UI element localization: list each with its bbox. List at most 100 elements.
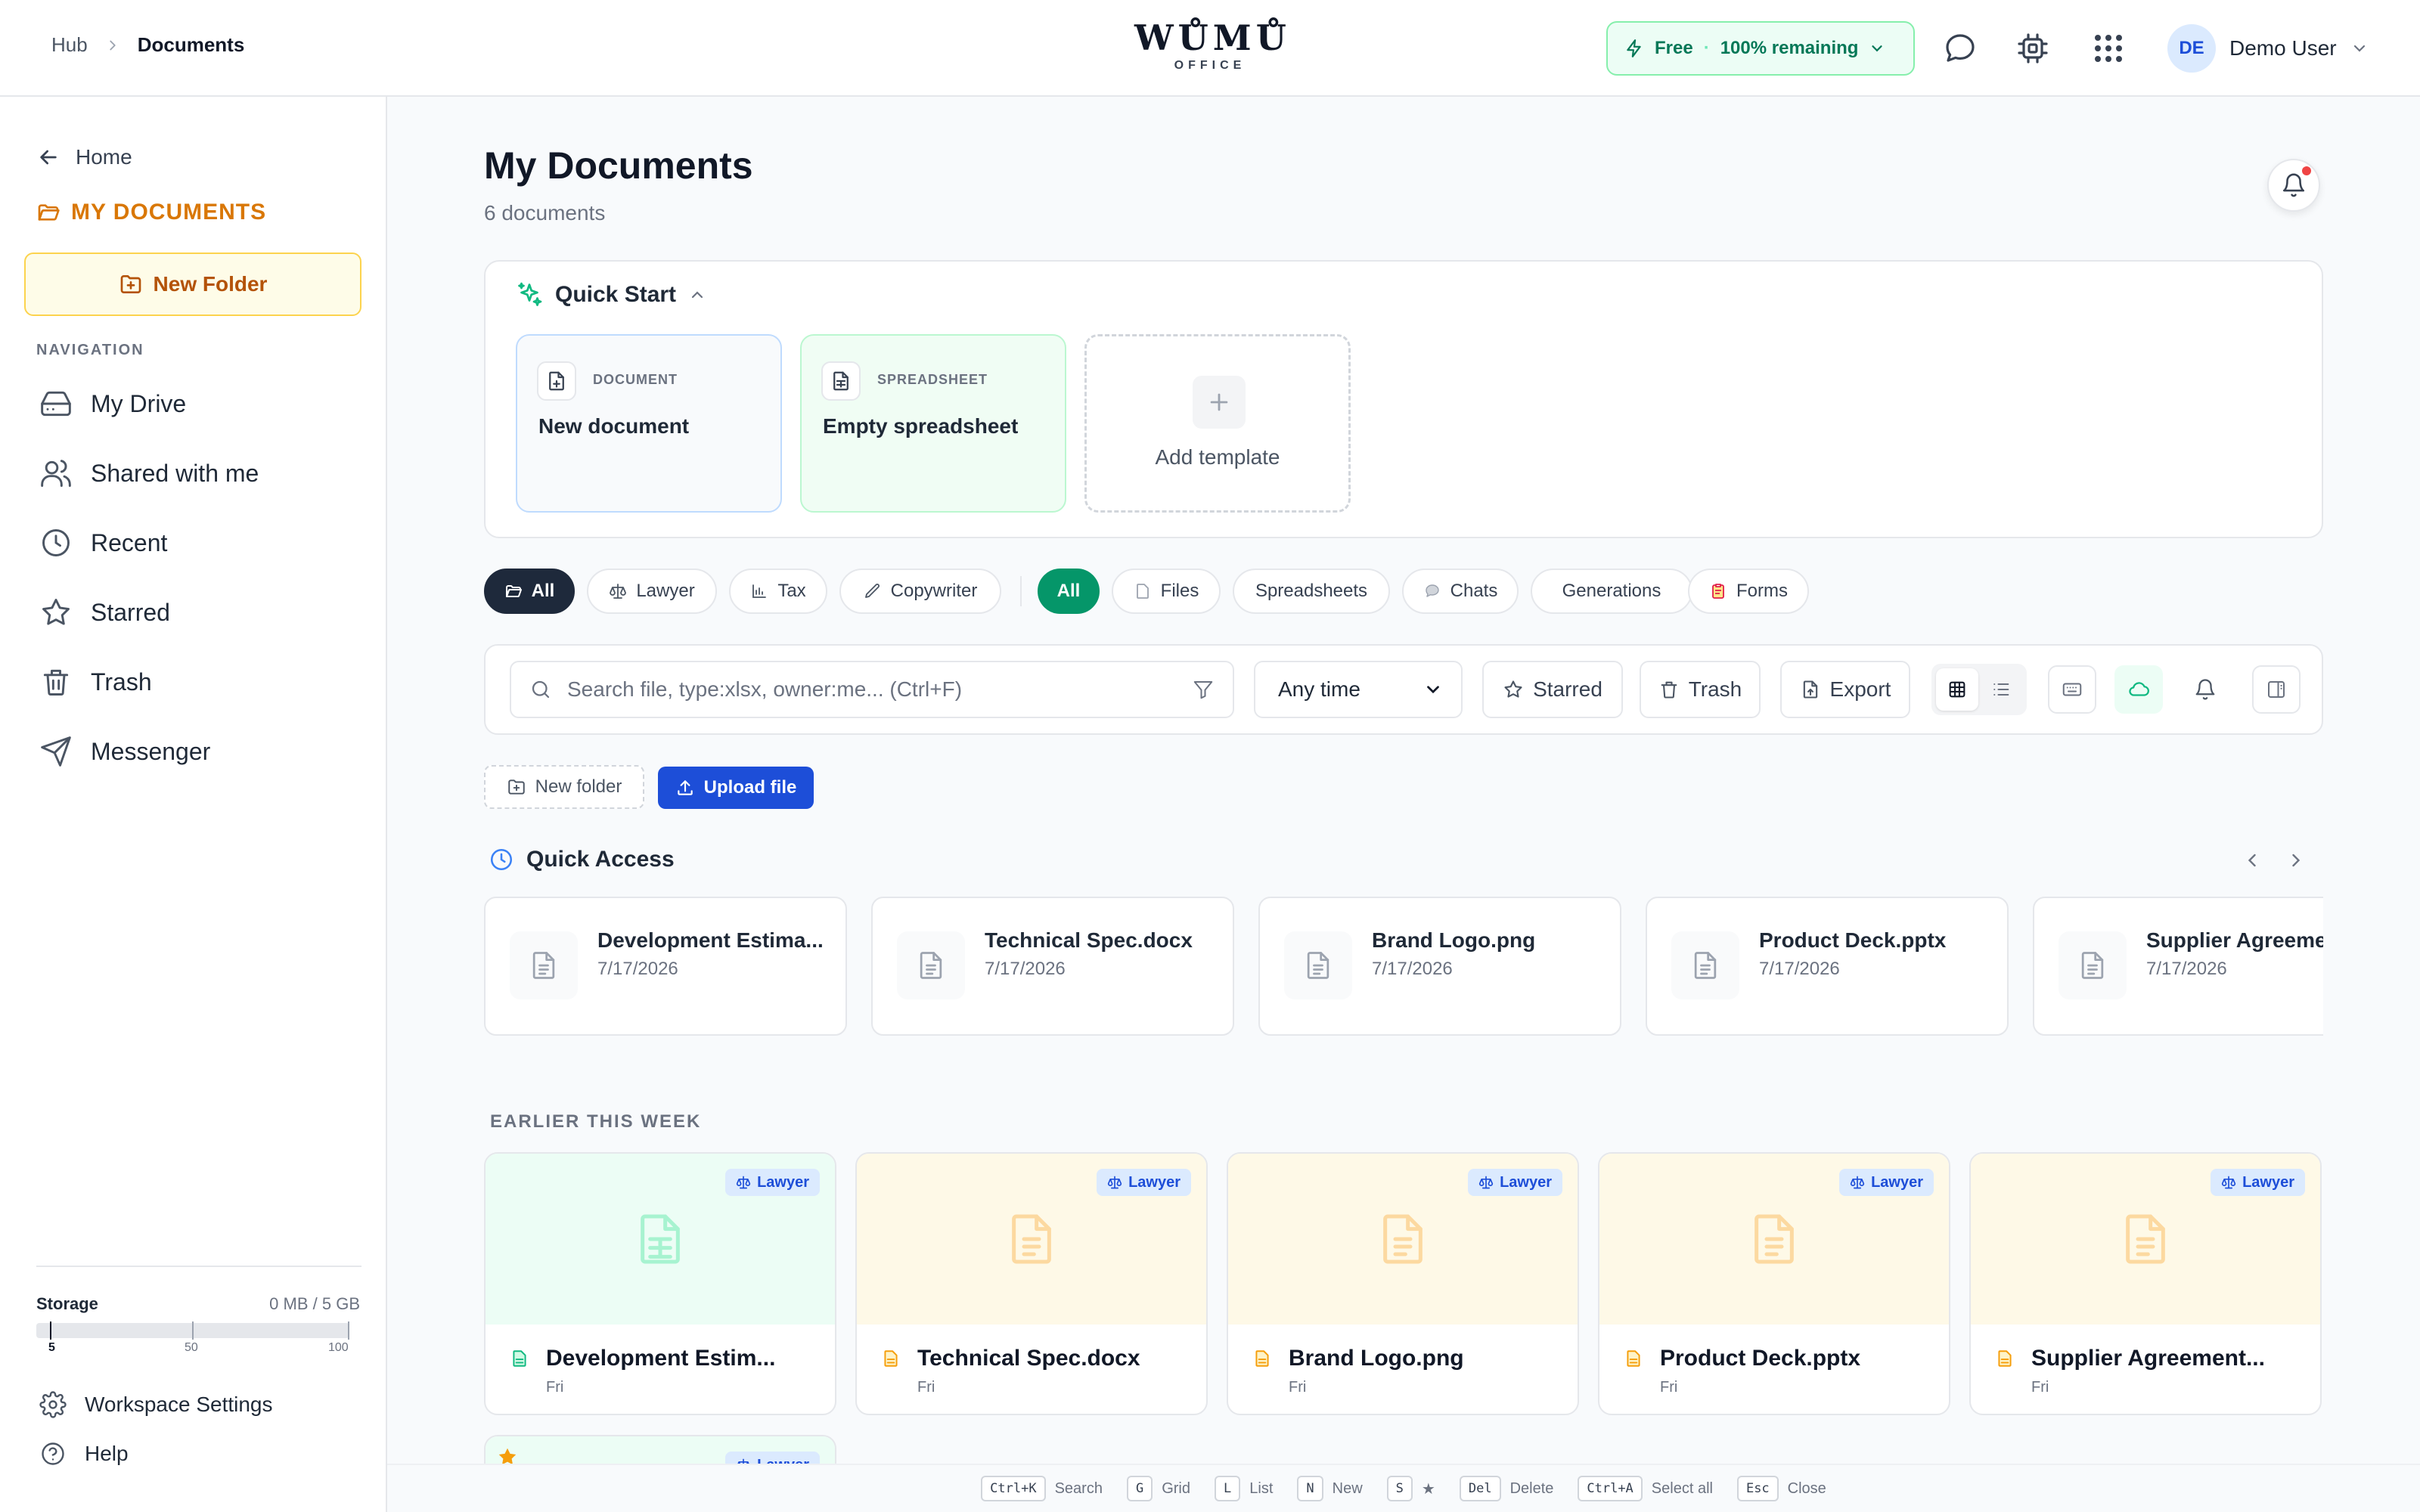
starred-label: Starred [1533, 677, 1602, 701]
chat-icon[interactable] [1942, 30, 1978, 67]
document-card[interactable]: Lawyer Brand Logo.png Fri [1227, 1152, 1579, 1415]
keyboard-shortcuts-button[interactable] [2048, 665, 2096, 714]
quick-access-title: Quick Access [526, 847, 675, 872]
sidebar-item-label: Recent [91, 528, 168, 556]
document-icon [897, 931, 965, 999]
nav-heading: NAVIGATION [36, 342, 144, 358]
filter-chip-copywriter[interactable]: Copywriter [839, 569, 1001, 614]
breadcrumb-hub[interactable]: Hub [51, 33, 88, 57]
document-card[interactable]: Lawyer Product Deck.pptx Fri [1598, 1152, 1950, 1415]
upload-file-button[interactable]: Upload file [658, 767, 814, 809]
filter-chip-generations[interactable]: Generations [1531, 569, 1692, 614]
quick-access-item[interactable]: Development Estima... 7/17/2026 [484, 897, 847, 1036]
filter-icon[interactable] [1192, 678, 1215, 701]
chevron-left-icon [2248, 854, 2256, 867]
quick-access-name: Development Estima... [597, 928, 824, 952]
filter-chip-tax[interactable]: Tax [729, 569, 827, 614]
badge-label: Lawyer [1500, 1173, 1552, 1191]
trash-button[interactable]: Trash [1640, 661, 1761, 718]
shortcut-label: ★ [1421, 1480, 1435, 1498]
upload-label: Upload file [703, 777, 797, 798]
list-view-button[interactable] [1980, 668, 2022, 711]
grid-view-button[interactable] [1936, 668, 1978, 711]
filter-chip-chats[interactable]: Chats [1402, 569, 1519, 614]
spreadsheet-icon [821, 361, 861, 401]
new-folder-button[interactable]: New Folder [24, 253, 361, 316]
empty-spreadsheet-card[interactable]: SPREADSHEET Empty spreadsheet [800, 334, 1066, 513]
sidebar-item-shared[interactable]: Shared with me [39, 457, 259, 490]
sidebar-item-starred[interactable]: Starred [39, 596, 170, 629]
document-date: Fri [1660, 1379, 1678, 1396]
quick-access-item[interactable]: Technical Spec.docx 7/17/2026 [871, 897, 1234, 1036]
quick-start-header[interactable]: Quick Start [516, 281, 706, 308]
filter-chip-type-all[interactable]: All [1038, 569, 1100, 614]
document-icon [1671, 931, 1739, 999]
new-document-card[interactable]: DOCUMENT New document [516, 334, 782, 513]
quick-access-item[interactable]: Product Deck.pptx 7/17/2026 [1646, 897, 2009, 1036]
quick-access-item[interactable]: Brand Logo.png 7/17/2026 [1258, 897, 1621, 1036]
search-input[interactable] [567, 677, 1177, 702]
sidebar-item-recent[interactable]: Recent [39, 526, 167, 559]
scale-icon [2221, 1176, 2236, 1189]
time-filter-select[interactable]: Any time [1254, 661, 1463, 718]
filter-chip-forms[interactable]: Forms [1688, 569, 1809, 614]
grid-icon [1949, 681, 1965, 698]
filter-chip-lawyer[interactable]: Lawyer [587, 569, 717, 614]
sidebar-item-trash[interactable]: Trash [39, 665, 152, 699]
cloud-sync-button[interactable] [2114, 665, 2163, 714]
apps-grid-icon[interactable] [2090, 30, 2127, 67]
document-card[interactable]: Lawyer Supplier Agreement... Fri [1969, 1152, 2322, 1415]
home-link[interactable]: Home [36, 145, 132, 169]
badge-label: Lawyer [757, 1173, 809, 1191]
document-card[interactable]: Lawyer Development Estim... Fri [484, 1152, 836, 1415]
plan-separator: · [1703, 38, 1710, 58]
starred-button[interactable]: Starred [1482, 661, 1623, 718]
filter-chip-role-all[interactable]: All [484, 569, 575, 614]
document-icon [1255, 1350, 1269, 1367]
category-badge: Lawyer [1839, 1169, 1934, 1196]
bell-icon [2195, 679, 2215, 700]
shortcut-hint: L List [1215, 1476, 1273, 1501]
gear-icon [39, 1391, 67, 1418]
sidebar-item-messenger[interactable]: Messenger [39, 735, 210, 768]
quick-access-item[interactable]: Supplier Agreeme 7/17/2026 [2033, 897, 2323, 1036]
help-link[interactable]: Help [39, 1441, 129, 1467]
sidebar-item-label: My Drive [91, 389, 187, 417]
folder-plus-icon [507, 779, 525, 795]
quick-access-prev-button[interactable] [2237, 845, 2267, 875]
document-card[interactable]: Lawyer Technical Spec.docx Fri [855, 1152, 1208, 1415]
quick-access-name: Brand Logo.png [1372, 928, 1536, 952]
pen-icon [864, 584, 880, 598]
plan-usage-button[interactable]: Free · 100% remaining [1606, 21, 1915, 76]
document-icon [1998, 1350, 2012, 1367]
storage-tick [348, 1321, 349, 1340]
notifications-button[interactable] [2267, 159, 2320, 212]
add-template-card[interactable]: Add template [1084, 334, 1351, 513]
workspace-settings-link[interactable]: Workspace Settings [39, 1391, 273, 1418]
quick-access-date: 7/17/2026 [597, 959, 678, 979]
filter-chip-files[interactable]: Files [1112, 569, 1221, 614]
divider [36, 1266, 361, 1267]
sidebar-item-my-drive[interactable]: My Drive [39, 387, 186, 420]
new-folder-action-button[interactable]: New folder [484, 765, 644, 809]
panel-toggle-button[interactable] [2252, 665, 2301, 714]
search-field[interactable] [510, 661, 1234, 718]
app-logo[interactable]: WŮMŮ OFFICE [1134, 18, 1286, 73]
shortcut-key: N [1297, 1476, 1323, 1501]
document-name: Technical Spec.docx [917, 1346, 1140, 1371]
plan-remaining: 100% remaining [1720, 38, 1859, 58]
top-header: Hub Documents WŮMŮ OFFICE Free · 100% re… [0, 0, 2420, 97]
shortcut-hint: Ctrl+K Search [981, 1476, 1103, 1501]
chip-label: Lawyer [636, 581, 695, 601]
document-icon [1012, 1214, 1051, 1264]
chip-label: Chats [1450, 581, 1498, 601]
filter-chip-spreadsheets[interactable]: Spreadsheets [1233, 569, 1390, 614]
cpu-chip-icon[interactable] [2015, 30, 2051, 67]
export-button[interactable]: Export [1780, 661, 1910, 718]
document-count: 6 documents [484, 201, 606, 225]
notification-dot [2302, 166, 2311, 175]
user-menu[interactable]: DE Demo User [2167, 24, 2369, 73]
storage-label: Storage [36, 1294, 98, 1313]
quick-access-next-button[interactable] [2281, 845, 2311, 875]
toolbar-notifications-button[interactable] [2181, 665, 2229, 714]
